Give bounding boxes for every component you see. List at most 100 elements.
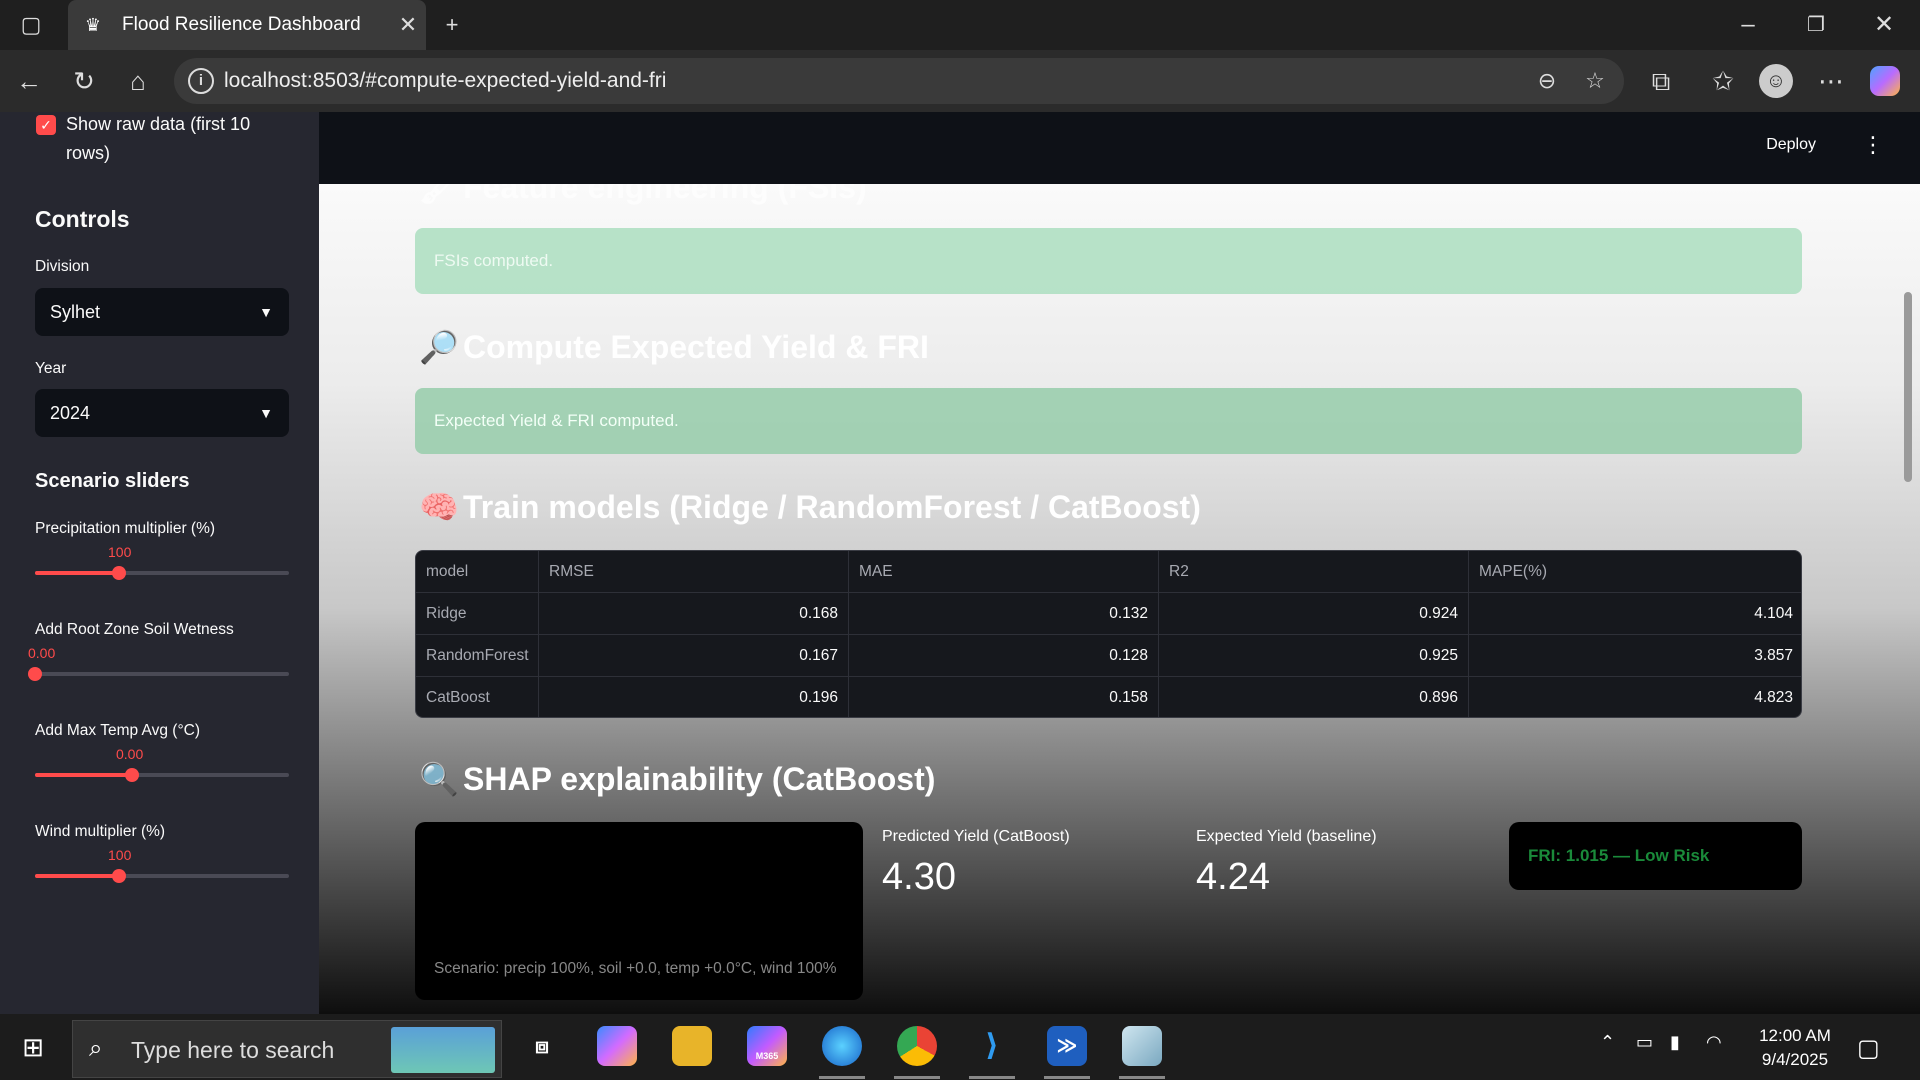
vscode-icon[interactable]: ⟩ — [972, 1026, 1012, 1066]
table-cell: 0.925 — [1159, 635, 1469, 677]
division-label: Division — [35, 258, 90, 275]
app-menu-icon[interactable]: ⋮ — [1862, 132, 1884, 158]
slider-fill — [35, 874, 119, 878]
url-text[interactable]: localhost:8503/#compute-expected-yield-a… — [224, 58, 666, 104]
home-icon[interactable]: ⌂ — [121, 64, 155, 98]
copilot-icon[interactable] — [1870, 66, 1900, 96]
wind-slider[interactable] — [35, 869, 289, 883]
slider-thumb[interactable] — [125, 768, 139, 782]
col-header[interactable]: MAPE(%) — [1469, 551, 1801, 593]
restore-icon[interactable]: ❐ — [1796, 8, 1836, 42]
table-header-row: model RMSE MAE R2 MAPE(%) — [416, 551, 1801, 593]
soil-slider-value: 0.00 — [28, 645, 56, 661]
battery-icon[interactable]: ▮ — [1670, 1032, 1680, 1053]
chevron-down-icon: ▼ — [259, 304, 273, 320]
precip-slider-label: Precipitation multiplier (%) — [35, 520, 216, 537]
soil-slider[interactable] — [28, 667, 289, 681]
table-cell: 0.924 — [1159, 593, 1469, 635]
table-cell: 0.167 — [539, 635, 849, 677]
show-raw-label: Show raw data (first 10 rows) — [66, 114, 251, 163]
search-placeholder: Type here to search — [131, 1037, 335, 1063]
back-icon[interactable]: ← — [12, 64, 46, 98]
windows-start-icon[interactable]: ⊞ — [18, 1032, 48, 1062]
fri-result-badge: FRI: 1.015 — Low Risk — [1509, 822, 1802, 890]
close-window-icon[interactable]: ✕ — [1864, 8, 1904, 42]
m365-icon[interactable]: M365 — [747, 1026, 787, 1066]
temp-slider-value: 0.00 — [116, 746, 144, 762]
task-view-icon[interactable]: ⧈ — [522, 1026, 562, 1066]
temp-slider-label: Add Max Temp Avg (°C) — [35, 722, 200, 739]
active-app-indicator — [1119, 1076, 1165, 1079]
tray-chevron-icon[interactable]: ⌃ — [1600, 1032, 1615, 1053]
slider-thumb[interactable] — [112, 869, 126, 883]
brain-icon: 🧠 — [419, 489, 459, 525]
meet-now-icon[interactable]: ▭ — [1636, 1032, 1653, 1053]
shap-heading: 🔍 SHAP explainability (CatBoost) — [419, 761, 936, 797]
browser-tab-bar: ▢ ♛ Flood Resilience Dashboard ✕ + – ❐ ✕ — [0, 0, 1920, 50]
site-info-icon[interactable]: i — [188, 68, 214, 94]
sidebar: ✓ Show raw data (first 10 rows) Controls… — [0, 112, 319, 1014]
year-select[interactable]: 2024 ▼ — [35, 389, 289, 437]
favorites-icon[interactable]: ✩ — [1706, 64, 1740, 98]
tab-actions-icon[interactable]: ▢ — [16, 10, 46, 40]
magnifier-icon: 🔎 — [419, 329, 459, 365]
table-cell: 4.823 — [1754, 689, 1793, 706]
notepad-icon[interactable] — [1122, 1026, 1162, 1066]
active-app-indicator — [1044, 1076, 1090, 1079]
slider-fill — [35, 773, 132, 777]
division-select[interactable]: Sylhet ▼ — [35, 288, 289, 336]
search-icon: 🔍 — [419, 761, 459, 797]
table-cell: Ridge — [416, 593, 539, 635]
minimize-icon[interactable]: – — [1728, 8, 1768, 42]
col-header[interactable]: MAE — [849, 551, 1159, 593]
search-highlight-image — [391, 1027, 495, 1073]
taskbar-search[interactable]: ⌕ Type here to search — [72, 1020, 502, 1078]
division-value: Sylhet — [50, 302, 101, 322]
edge-browser-icon[interactable] — [822, 1026, 862, 1066]
col-header[interactable]: RMSE — [539, 551, 849, 593]
taskbar-clock[interactable]: 12:00 AM 9/4/2025 — [1750, 1024, 1840, 1072]
extensions-icon[interactable]: ⧉ — [1644, 64, 1678, 98]
train-heading: 🧠 Train models (Ridge / RandomForest / Ca… — [419, 489, 1201, 525]
fsi-success-alert: FSIs computed. — [415, 228, 1802, 294]
browser-tab[interactable]: ♛ Flood Resilience Dashboard ✕ — [68, 0, 426, 50]
chrome-icon[interactable] — [897, 1026, 937, 1066]
soil-slider-label: Add Root Zone Soil Wetness — [35, 621, 234, 638]
wind-slider-label: Wind multiplier (%) — [35, 823, 166, 840]
precip-slider[interactable] — [35, 566, 289, 580]
tab-title: Flood Resilience Dashboard — [122, 14, 361, 35]
file-explorer-icon[interactable] — [672, 1026, 712, 1066]
pred-yield-value: 4.30 — [882, 856, 956, 898]
notification-icon[interactable]: ▢ — [1857, 1034, 1880, 1063]
metrics-table[interactable]: model RMSE MAE R2 MAPE(%) Ridge 0.168 0.… — [415, 550, 1802, 718]
col-header[interactable]: R2 — [1159, 551, 1469, 593]
active-app-indicator — [969, 1076, 1015, 1079]
slider-thumb[interactable] — [28, 667, 42, 681]
exp-yield-label: Expected Yield (baseline) — [1196, 828, 1377, 845]
wifi-icon[interactable]: ◠ — [1706, 1032, 1722, 1053]
copilot-icon[interactable] — [597, 1026, 637, 1066]
scrollbar[interactable] — [1904, 292, 1912, 482]
address-bar[interactable]: i localhost:8503/#compute-expected-yield… — [174, 58, 1624, 104]
col-header[interactable]: model — [416, 551, 539, 593]
table-row: CatBoost 0.196 0.158 0.896 4.823 — [416, 677, 1801, 717]
zoom-icon[interactable]: ⊖ — [1532, 66, 1562, 96]
close-tab-icon[interactable]: ✕ — [390, 12, 426, 38]
controls-heading: Controls — [35, 206, 130, 232]
active-app-indicator — [819, 1076, 865, 1079]
refresh-icon[interactable]: ↻ — [67, 64, 101, 98]
temp-slider[interactable] — [35, 768, 289, 782]
table-row: Ridge 0.168 0.132 0.924 4.104 — [416, 593, 1801, 635]
main-content: 🖌 Feature engineering (FSIs) FSIs compute… — [319, 112, 1920, 1014]
table-cell: 0.128 — [849, 635, 1159, 677]
favorite-star-icon[interactable]: ☆ — [1580, 66, 1610, 96]
app-header: Deploy ⋮ — [319, 112, 1920, 184]
more-menu-icon[interactable]: ⋯ — [1814, 64, 1848, 98]
show-raw-checkbox[interactable]: ✓ — [36, 115, 56, 135]
deploy-button[interactable]: Deploy — [1766, 136, 1816, 154]
new-tab-icon[interactable]: + — [437, 10, 467, 40]
scenario-caption: Scenario: precip 100%, soil +0.0, temp +… — [434, 960, 837, 977]
powershell-icon[interactable]: ≫ — [1047, 1026, 1087, 1066]
profile-avatar[interactable]: ☺ — [1759, 64, 1793, 98]
slider-thumb[interactable] — [112, 566, 126, 580]
